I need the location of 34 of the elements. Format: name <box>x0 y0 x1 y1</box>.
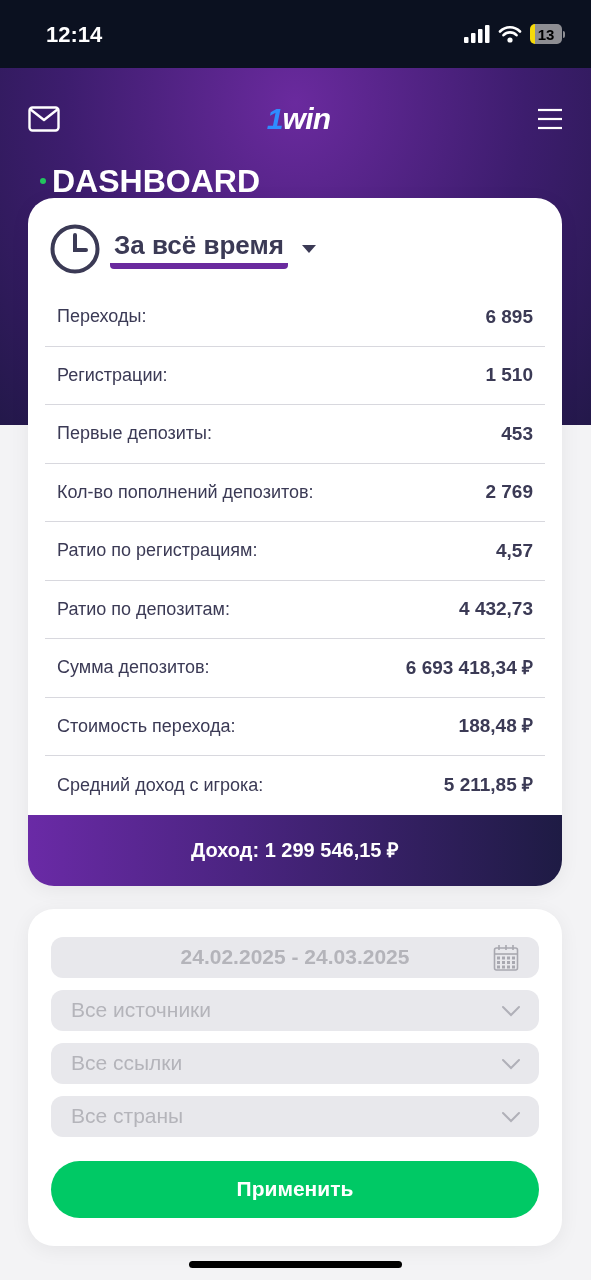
chevron-down-icon <box>501 1110 521 1123</box>
stat-value: 2 769 <box>485 480 533 504</box>
menu-icon[interactable] <box>537 107 563 130</box>
stat-label: Сумма депозитов: <box>57 656 210 680</box>
period-dropdown[interactable]: За всё время <box>110 228 316 270</box>
clock-icon <box>50 224 100 274</box>
income-bar: Доход: 1 299 546,15 ₽ <box>28 814 562 886</box>
wifi-icon <box>498 25 522 43</box>
stat-label: Переходы: <box>57 305 147 329</box>
status-time: 12:14 <box>46 20 103 49</box>
signal-icon <box>464 25 490 43</box>
stat-value: 453 <box>501 421 533 446</box>
logo[interactable]: 1win <box>266 96 331 141</box>
stat-value: 6 693 418,34 ₽ <box>405 655 533 680</box>
stat-value: 4,57 <box>496 538 533 563</box>
stat-label: Ратио по депозитам: <box>57 597 230 621</box>
stat-label: Ратио по регистрациям: <box>57 539 258 563</box>
chevron-down-icon <box>501 1004 521 1017</box>
page-title: DASHBOARD <box>52 165 260 197</box>
stat-label: Стоимость перехода: <box>57 714 236 738</box>
caret-icon <box>301 245 316 253</box>
stat-label: Регистрации: <box>57 363 168 387</box>
stat-label: Первые депозиты: <box>57 422 213 446</box>
stat-value: 4 432,73 <box>459 597 533 621</box>
stat-value: 188,48 ₽ <box>458 714 533 738</box>
chevron-down-icon <box>501 1057 521 1070</box>
calendar-icon <box>493 943 519 972</box>
stat-value: 5 211,85 ₽ <box>443 773 533 797</box>
stat-value: 6 895 <box>485 304 533 329</box>
stat-label: Средний доход с игрока: <box>57 773 264 797</box>
stat-label: Кол-во пополнений депозитов: <box>57 480 314 504</box>
stat-value: 1 510 <box>485 363 533 387</box>
battery-level: 13 <box>537 26 555 42</box>
mail-icon[interactable] <box>28 105 60 132</box>
